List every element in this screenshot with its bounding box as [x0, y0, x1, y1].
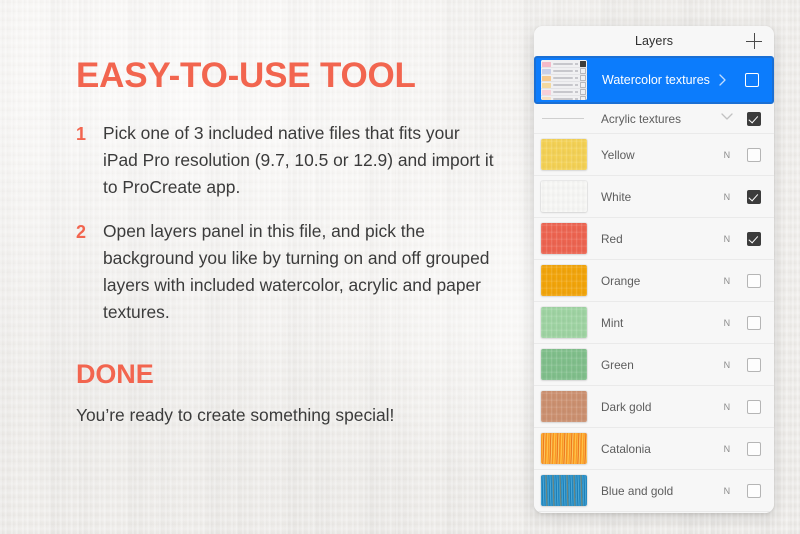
- layer-thumbnail-color: [541, 391, 587, 422]
- layer-name: Mint: [601, 315, 624, 330]
- layer-visibility-checkbox[interactable]: [747, 231, 761, 246]
- instructions-column: EASY-TO-USE TOOL 1 Pick one of 3 include…: [76, 58, 496, 429]
- layer-group-thumbnail: [541, 60, 587, 100]
- layer-thumbnail-empty: [541, 103, 587, 134]
- layer-name: White: [601, 189, 632, 204]
- layer-visibility-checkbox[interactable]: [747, 315, 761, 330]
- layer-blend-mode[interactable]: N: [716, 402, 738, 412]
- layer-blend-mode[interactable]: N: [716, 150, 738, 160]
- chevron-down-icon[interactable]: [716, 112, 738, 125]
- layer-name: Acrylic textures: [601, 111, 681, 126]
- layer-row[interactable]: White N: [534, 176, 774, 218]
- layer-name: Green: [601, 357, 634, 372]
- step-number: 2: [76, 222, 87, 242]
- layer-visibility-checkbox[interactable]: [747, 147, 761, 162]
- layer-name: Orange: [601, 273, 641, 288]
- layer-thumbnail-color: [541, 265, 587, 296]
- layer-row[interactable]: Watercolor textures: [534, 56, 774, 104]
- layer-name: Watercolor textures: [602, 73, 710, 87]
- page-title: EASY-TO-USE TOOL: [76, 56, 416, 95]
- layer-row[interactable]: Yellow N: [534, 134, 774, 176]
- layer-row[interactable]: Orange N: [534, 260, 774, 302]
- step-item: 1 Pick one of 3 included native files th…: [76, 120, 496, 201]
- layer-name: Yellow: [601, 147, 635, 162]
- layer-thumbnail-color: [541, 181, 587, 212]
- layer-row[interactable]: Mint N: [534, 302, 774, 344]
- layer-thumbnail-color: [541, 223, 587, 254]
- layer-thumbnail-color: [541, 139, 587, 170]
- layer-blend-mode[interactable]: N: [716, 276, 738, 286]
- layer-visibility-checkbox[interactable]: [747, 441, 761, 456]
- chevron-right-icon[interactable]: [714, 74, 736, 86]
- layer-blend-mode[interactable]: N: [716, 318, 738, 328]
- layer-name: Blue and gold: [601, 483, 674, 498]
- layer-blend-mode[interactable]: N: [716, 234, 738, 244]
- layer-row[interactable]: Catalonia N: [534, 428, 774, 470]
- layer-visibility-checkbox[interactable]: [747, 399, 761, 414]
- layer-visibility-checkbox[interactable]: [745, 73, 759, 87]
- layer-visibility-checkbox[interactable]: [747, 273, 761, 288]
- layer-visibility-checkbox[interactable]: [747, 357, 761, 372]
- layer-thumbnail-color: [541, 307, 587, 338]
- plus-icon[interactable]: [746, 33, 762, 49]
- layer-row[interactable]: Red N: [534, 218, 774, 260]
- layer-thumbnail-texture: [541, 475, 587, 506]
- layer-name: Dark gold: [601, 399, 652, 414]
- step-number: 1: [76, 124, 87, 144]
- steps-list: 1 Pick one of 3 included native files th…: [76, 120, 496, 326]
- layer-list[interactable]: Watercolor textures Acrylic textures Yello…: [534, 56, 774, 513]
- layer-name: Red: [601, 231, 623, 246]
- layer-row[interactable]: Acrylic textures: [534, 104, 774, 134]
- layer-row[interactable]: Blue and gold N: [534, 470, 774, 512]
- done-heading: DONE: [76, 359, 154, 389]
- layer-name: Catalonia: [601, 441, 651, 456]
- step-text: Pick one of 3 included native files that…: [103, 123, 494, 197]
- layer-visibility-checkbox[interactable]: [747, 189, 761, 204]
- layers-panel-header: Layers: [534, 26, 774, 56]
- step-item: 2 Open layers panel in this file, and pi…: [76, 218, 496, 326]
- done-text: You’re ready to create something special…: [76, 405, 395, 425]
- layer-blend-mode[interactable]: N: [716, 360, 738, 370]
- layer-thumbnail-color: [541, 349, 587, 380]
- layers-panel-title: Layers: [634, 34, 674, 48]
- step-text: Open layers panel in this file, and pick…: [103, 221, 490, 322]
- layer-blend-mode[interactable]: N: [716, 444, 738, 454]
- layer-blend-mode[interactable]: N: [716, 486, 738, 496]
- layer-row[interactable]: Green N: [534, 344, 774, 386]
- layer-visibility-checkbox[interactable]: [747, 111, 761, 126]
- layers-panel: Layers Watercolor textures Acrylic textur…: [534, 26, 774, 513]
- layer-visibility-checkbox[interactable]: [747, 483, 761, 498]
- layer-blend-mode[interactable]: N: [716, 192, 738, 202]
- layer-row[interactable]: Dark gold N: [534, 386, 774, 428]
- layer-thumbnail-texture: [541, 433, 587, 464]
